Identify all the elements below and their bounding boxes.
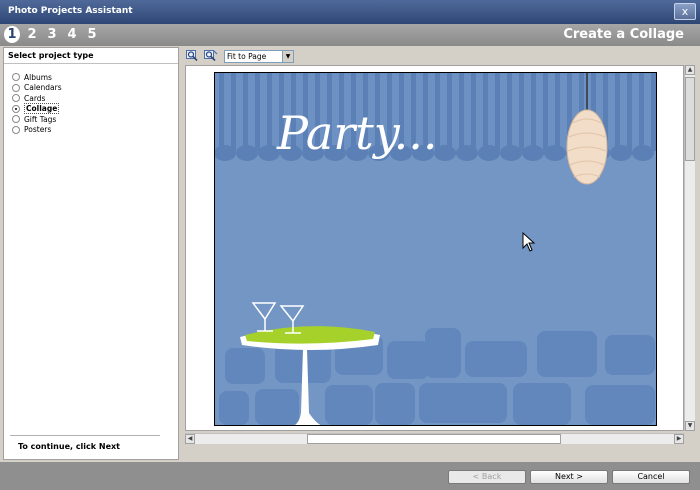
preview-panel: Fit to Page ▼ Party... ▲ ▼ ◀ ▶: [182, 47, 697, 460]
horizontal-scrollbar[interactable]: ◀ ▶: [185, 433, 684, 444]
radio-button[interactable]: [12, 115, 20, 124]
vertical-scrollbar[interactable]: ▲ ▼: [684, 65, 695, 431]
project-type-list: Albums Calendars Cards Collage Gift Tags…: [4, 64, 178, 135]
cancel-button[interactable]: Cancel: [612, 470, 690, 484]
radio-label[interactable]: Collage: [24, 103, 60, 115]
panel-title: Select project type: [4, 48, 178, 64]
scroll-thumb[interactable]: [685, 77, 695, 161]
scroll-left-icon[interactable]: ◀: [185, 434, 195, 444]
radio-label[interactable]: Posters: [24, 125, 51, 134]
radio-label[interactable]: Albums: [24, 73, 52, 82]
zoom-select-value: Fit to Page: [227, 51, 267, 61]
collage-artwork: Party...: [215, 73, 656, 425]
radio-posters[interactable]: Posters: [12, 125, 178, 136]
close-icon[interactable]: x: [674, 3, 696, 20]
radio-label[interactable]: Gift Tags: [24, 115, 56, 124]
step-4[interactable]: 4: [64, 26, 80, 43]
radio-cards[interactable]: Cards: [12, 93, 178, 104]
zoom-out-icon[interactable]: [204, 49, 218, 63]
radio-button[interactable]: [12, 104, 20, 113]
radio-calendars[interactable]: Calendars: [12, 83, 178, 94]
back-button[interactable]: < Back: [448, 470, 526, 484]
window-title: Photo Projects Assistant: [8, 6, 133, 16]
step-bar: 1 2 3 4 5 Create a Collage: [0, 24, 700, 46]
step-5[interactable]: 5: [84, 26, 100, 43]
chevron-down-icon[interactable]: ▼: [282, 50, 293, 62]
preview-area: Party...: [185, 65, 684, 431]
continue-hint: To continue, click Next: [18, 442, 120, 451]
scroll-right-icon[interactable]: ▶: [674, 434, 684, 444]
footer-bar: < Back Next > Cancel: [0, 462, 700, 490]
divider: [10, 435, 160, 436]
radio-label[interactable]: Calendars: [24, 83, 62, 92]
next-button[interactable]: Next >: [530, 470, 608, 484]
project-type-panel: Select project type Albums Calendars Car…: [3, 47, 179, 460]
radio-label[interactable]: Cards: [24, 94, 45, 103]
zoom-in-icon[interactable]: [186, 49, 200, 63]
zoom-select[interactable]: Fit to Page ▼: [224, 49, 294, 63]
page-heading: Create a Collage: [563, 27, 684, 42]
radio-albums[interactable]: Albums: [12, 72, 178, 83]
step-2[interactable]: 2: [24, 26, 40, 43]
step-3[interactable]: 3: [44, 26, 60, 43]
collage-canvas: Party...: [214, 72, 657, 426]
radio-button[interactable]: [12, 83, 20, 92]
title-bar: Photo Projects Assistant x: [0, 0, 700, 24]
scroll-down-icon[interactable]: ▼: [685, 421, 695, 431]
step-1[interactable]: 1: [4, 26, 20, 43]
radio-collage[interactable]: Collage: [12, 103, 178, 115]
preview-toolbar: Fit to Page ▼: [186, 49, 294, 63]
radio-button[interactable]: [12, 73, 20, 82]
radio-button[interactable]: [12, 125, 20, 134]
radio-gift-tags[interactable]: Gift Tags: [12, 114, 178, 125]
party-text: Party...: [276, 106, 438, 160]
radio-button[interactable]: [12, 94, 20, 103]
step-list: 1 2 3 4 5: [4, 26, 100, 43]
scroll-thumb[interactable]: [307, 434, 561, 444]
scroll-up-icon[interactable]: ▲: [685, 65, 695, 75]
